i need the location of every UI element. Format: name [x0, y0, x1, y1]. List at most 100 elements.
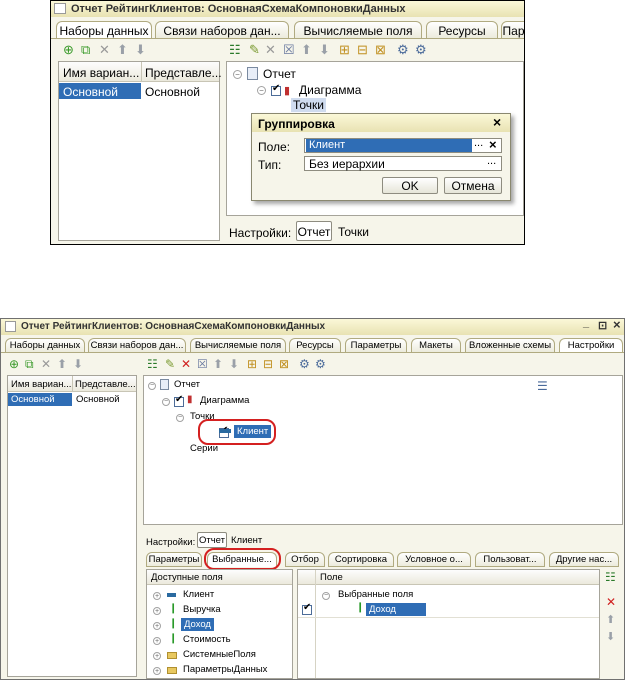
- variant-row[interactable]: Основной Основной: [8, 393, 136, 406]
- add-icon[interactable]: ⊕: [9, 357, 19, 371]
- tree-chart[interactable]: Диаграмма: [299, 83, 361, 97]
- subtab-conditional[interactable]: Условное о...: [397, 552, 471, 567]
- available-field-client[interactable]: Клиент: [183, 589, 214, 600]
- move-up-icon[interactable]: ⬆: [57, 357, 67, 371]
- expand-icon[interactable]: +: [153, 637, 161, 645]
- selected-group-label[interactable]: Выбранные поля: [338, 589, 413, 600]
- type-input[interactable]: Без иерархии ...: [304, 155, 502, 171]
- subtab-user[interactable]: Пользоват...: [475, 552, 545, 567]
- add-group-icon[interactable]: ☷: [229, 43, 241, 57]
- add-field-icon[interactable]: ☷: [605, 570, 616, 584]
- settings-report[interactable]: Отчет: [197, 532, 227, 548]
- delete-field-icon[interactable]: ✕: [606, 595, 616, 609]
- tab-layouts[interactable]: Макеты: [411, 338, 461, 353]
- chart-checkbox[interactable]: [271, 83, 281, 97]
- settings-alt-icon[interactable]: ⚙: [315, 357, 326, 371]
- settings-alt-icon[interactable]: ⚙: [415, 43, 427, 57]
- edit-icon[interactable]: ✎: [249, 43, 260, 57]
- expand-icon[interactable]: −: [257, 86, 266, 95]
- tree-report[interactable]: Отчет: [263, 67, 296, 81]
- ok-button[interactable]: OK: [382, 177, 438, 194]
- move-up-icon[interactable]: ⬆: [606, 613, 615, 626]
- tree-points[interactable]: Точки: [291, 98, 327, 112]
- dialog-close-icon[interactable]: ×: [493, 114, 501, 130]
- toggle-icon[interactable]: ☒: [283, 43, 295, 57]
- filter-icon[interactable]: ⊠: [279, 357, 289, 371]
- type-select-button[interactable]: ...: [487, 155, 496, 167]
- tab-calculated-fields[interactable]: Вычисляемые поля: [190, 338, 286, 353]
- available-field-cost[interactable]: Стоимость: [183, 634, 231, 645]
- expand-icon[interactable]: +: [153, 592, 161, 600]
- move-down-icon[interactable]: ⬇: [73, 357, 83, 371]
- move-down-icon[interactable]: ⬇: [606, 630, 615, 643]
- settings-icon[interactable]: ⚙: [397, 43, 409, 57]
- expand-icon[interactable]: +: [153, 667, 161, 675]
- available-field-revenue[interactable]: Выручка: [183, 604, 221, 615]
- subtab-other[interactable]: Другие нас...: [549, 552, 619, 567]
- tab-parameters[interactable]: Парам: [501, 21, 524, 39]
- expand-icon[interactable]: −: [162, 398, 170, 406]
- col-name-header[interactable]: Имя вариан...: [63, 66, 139, 80]
- settings-report[interactable]: Отчет: [296, 221, 332, 241]
- group-out-icon[interactable]: ⊟: [357, 43, 368, 57]
- tab-dataset-links[interactable]: Связи наборов дан...: [155, 21, 289, 39]
- tab-parameters[interactable]: Параметры: [345, 338, 407, 353]
- tree-report[interactable]: Отчет: [174, 379, 200, 390]
- available-field-system[interactable]: СистемныеПоля: [183, 649, 256, 660]
- group-out-icon[interactable]: ⊟: [263, 357, 273, 371]
- move-up-icon[interactable]: ⬆: [301, 43, 312, 57]
- expand-icon[interactable]: −: [176, 414, 184, 422]
- available-field-income[interactable]: Доход: [181, 618, 214, 631]
- expand-icon[interactable]: −: [148, 382, 156, 390]
- tab-settings[interactable]: Настройки: [559, 338, 623, 353]
- settings-icon[interactable]: ⚙: [299, 357, 310, 371]
- expand-icon[interactable]: −: [322, 592, 330, 600]
- tab-dataset-links[interactable]: Связи наборов дан...: [88, 338, 186, 353]
- delete-icon[interactable]: ✕: [265, 43, 276, 57]
- move-up-icon[interactable]: ⬆: [213, 357, 223, 371]
- group-in-icon[interactable]: ⊞: [339, 43, 350, 57]
- tab-datasets[interactable]: Наборы данных: [5, 338, 85, 353]
- expand-icon[interactable]: +: [153, 622, 161, 630]
- chart-checkbox[interactable]: [174, 394, 184, 408]
- subtab-filter[interactable]: Отбор: [285, 552, 325, 567]
- variant-row[interactable]: Основной Основной: [59, 83, 219, 99]
- tab-datasets[interactable]: Наборы данных: [56, 21, 152, 39]
- copy-icon[interactable]: ⧉: [81, 43, 90, 57]
- delete-icon[interactable]: ✕: [181, 357, 191, 371]
- selected-field-income[interactable]: Доход: [366, 603, 426, 616]
- filter-icon[interactable]: ⊠: [375, 43, 386, 57]
- field-clear-button[interactable]: ×: [489, 137, 497, 152]
- settings-points[interactable]: Точки: [338, 225, 369, 239]
- subtab-parameters[interactable]: Параметры: [146, 552, 202, 567]
- move-down-icon[interactable]: ⬇: [319, 43, 330, 57]
- tree-chart[interactable]: Диаграмма: [200, 395, 249, 406]
- table-view-icon[interactable]: ☰: [537, 379, 548, 393]
- field-input[interactable]: Клиент ... ×: [304, 137, 502, 153]
- cancel-button[interactable]: Отмена: [444, 177, 502, 194]
- add-icon[interactable]: ⊕: [63, 43, 74, 57]
- delete-icon[interactable]: ✕: [99, 43, 110, 57]
- col-presentation-header[interactable]: Представле...: [75, 379, 136, 390]
- subtab-sort[interactable]: Сортировка: [328, 552, 394, 567]
- copy-icon[interactable]: ⧉: [25, 357, 34, 371]
- expand-icon[interactable]: +: [153, 652, 161, 660]
- col-name-header[interactable]: Имя вариан...: [11, 379, 71, 390]
- expand-icon[interactable]: −: [233, 70, 242, 79]
- expand-icon[interactable]: +: [153, 607, 161, 615]
- minimize-icon[interactable]: _: [583, 319, 589, 329]
- move-up-icon[interactable]: ⬆: [117, 43, 128, 57]
- delete-icon[interactable]: ✕: [41, 357, 51, 371]
- tab-resources[interactable]: Ресурсы: [426, 21, 498, 39]
- add-group-icon[interactable]: ☷: [147, 357, 158, 371]
- group-in-icon[interactable]: ⊞: [247, 357, 257, 371]
- move-down-icon[interactable]: ⬇: [135, 43, 146, 57]
- move-down-icon[interactable]: ⬇: [229, 357, 239, 371]
- field-select-button[interactable]: ...: [474, 137, 483, 149]
- tab-calculated-fields[interactable]: Вычисляемые поля: [294, 21, 422, 39]
- col-presentation-header[interactable]: Представле...: [145, 66, 222, 80]
- tab-resources[interactable]: Ресурсы: [289, 338, 341, 353]
- settings-client[interactable]: Клиент: [231, 535, 262, 546]
- income-checkbox[interactable]: [302, 602, 312, 616]
- available-field-params[interactable]: ПараметрыДанных: [183, 664, 267, 675]
